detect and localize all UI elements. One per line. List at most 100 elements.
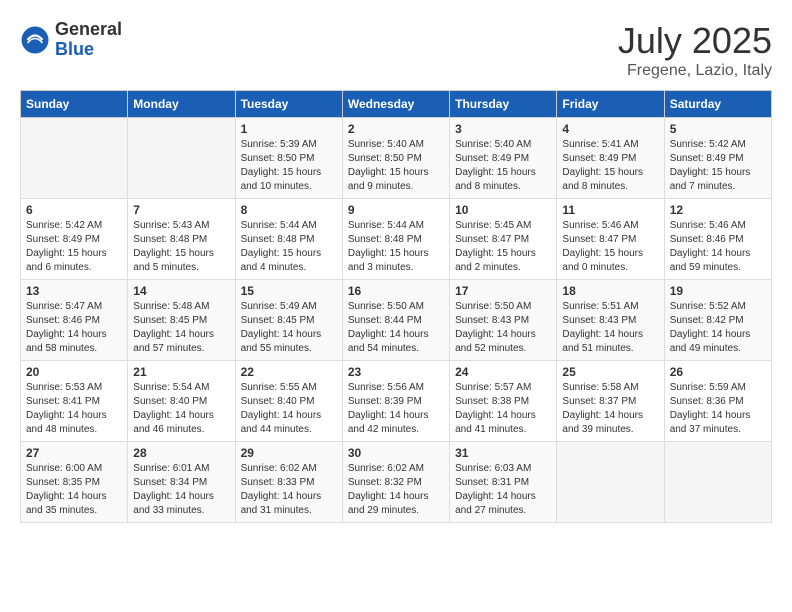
day-info: Sunrise: 5:53 AM Sunset: 8:41 PM Dayligh… [26, 381, 122, 437]
day-info: Sunrise: 6:01 AM Sunset: 8:34 PM Dayligh… [133, 462, 229, 518]
location: Fregene, Lazio, Italy [618, 62, 772, 80]
day-number: 22 [241, 365, 337, 379]
day-number: 6 [26, 203, 122, 217]
day-info: Sunrise: 5:40 AM Sunset: 8:49 PM Dayligh… [455, 138, 551, 194]
calendar-cell: 8 Sunrise: 5:44 AM Sunset: 8:48 PM Daylig… [235, 199, 342, 280]
day-info: Sunrise: 5:41 AM Sunset: 8:49 PM Dayligh… [562, 138, 658, 194]
logo-blue: Blue [55, 40, 122, 60]
day-info: Sunrise: 5:51 AM Sunset: 8:43 PM Dayligh… [562, 300, 658, 356]
day-number: 4 [562, 122, 658, 136]
calendar-cell: 13 Sunrise: 5:47 AM Sunset: 8:46 PM Dayli… [21, 280, 128, 361]
day-number: 13 [26, 284, 122, 298]
day-info: Sunrise: 5:47 AM Sunset: 8:46 PM Dayligh… [26, 300, 122, 356]
day-info: Sunrise: 5:45 AM Sunset: 8:47 PM Dayligh… [455, 219, 551, 275]
calendar-cell [21, 118, 128, 199]
logo-general: General [55, 20, 122, 40]
calendar-header-saturday: Saturday [664, 91, 771, 118]
calendar-week-row: 6 Sunrise: 5:42 AM Sunset: 8:49 PM Daylig… [21, 199, 772, 280]
day-info: Sunrise: 5:49 AM Sunset: 8:45 PM Dayligh… [241, 300, 337, 356]
day-info: Sunrise: 5:42 AM Sunset: 8:49 PM Dayligh… [26, 219, 122, 275]
calendar-header-row: SundayMondayTuesdayWednesdayThursdayFrid… [21, 91, 772, 118]
day-info: Sunrise: 5:43 AM Sunset: 8:48 PM Dayligh… [133, 219, 229, 275]
day-info: Sunrise: 5:40 AM Sunset: 8:50 PM Dayligh… [348, 138, 444, 194]
day-number: 2 [348, 122, 444, 136]
day-number: 17 [455, 284, 551, 298]
logo-icon [20, 25, 50, 55]
day-info: Sunrise: 6:03 AM Sunset: 8:31 PM Dayligh… [455, 462, 551, 518]
day-number: 29 [241, 446, 337, 460]
calendar-header-sunday: Sunday [21, 91, 128, 118]
day-info: Sunrise: 6:02 AM Sunset: 8:32 PM Dayligh… [348, 462, 444, 518]
calendar-cell: 24 Sunrise: 5:57 AM Sunset: 8:38 PM Dayli… [450, 361, 557, 442]
day-number: 23 [348, 365, 444, 379]
calendar-cell: 27 Sunrise: 6:00 AM Sunset: 8:35 PM Dayli… [21, 442, 128, 523]
calendar-cell: 23 Sunrise: 5:56 AM Sunset: 8:39 PM Dayli… [342, 361, 449, 442]
calendar-cell: 2 Sunrise: 5:40 AM Sunset: 8:50 PM Daylig… [342, 118, 449, 199]
day-info: Sunrise: 5:56 AM Sunset: 8:39 PM Dayligh… [348, 381, 444, 437]
calendar-cell: 10Sunrise: 5:45 AM Sunset: 8:47 PM Dayli… [450, 199, 557, 280]
calendar-cell: 21 Sunrise: 5:54 AM Sunset: 8:40 PM Dayli… [128, 361, 235, 442]
day-info: Sunrise: 5:55 AM Sunset: 8:40 PM Dayligh… [241, 381, 337, 437]
day-info: Sunrise: 5:52 AM Sunset: 8:42 PM Dayligh… [670, 300, 766, 356]
calendar-week-row: 13 Sunrise: 5:47 AM Sunset: 8:46 PM Dayli… [21, 280, 772, 361]
calendar-cell: 4 Sunrise: 5:41 AM Sunset: 8:49 PM Daylig… [557, 118, 664, 199]
calendar-cell: 17 Sunrise: 5:50 AM Sunset: 8:43 PM Dayli… [450, 280, 557, 361]
day-number: 19 [670, 284, 766, 298]
title-section: July 2025 Fregene, Lazio, Italy [618, 20, 772, 80]
calendar-cell: 25 Sunrise: 5:58 AM Sunset: 8:37 PM Dayli… [557, 361, 664, 442]
day-info: Sunrise: 5:50 AM Sunset: 8:43 PM Dayligh… [455, 300, 551, 356]
day-number: 9 [348, 203, 444, 217]
day-info: Sunrise: 5:39 AM Sunset: 8:50 PM Dayligh… [241, 138, 337, 194]
day-number: 8 [241, 203, 337, 217]
calendar-cell [664, 442, 771, 523]
calendar-cell: 18 Sunrise: 5:51 AM Sunset: 8:43 PM Dayli… [557, 280, 664, 361]
logo-text: General Blue [55, 20, 122, 60]
calendar-cell: 11 Sunrise: 5:46 AM Sunset: 8:47 PM Dayli… [557, 199, 664, 280]
calendar-cell: 1 Sunrise: 5:39 AM Sunset: 8:50 PM Daylig… [235, 118, 342, 199]
day-number: 16 [348, 284, 444, 298]
day-info: Sunrise: 6:00 AM Sunset: 8:35 PM Dayligh… [26, 462, 122, 518]
calendar-cell: 7Sunrise: 5:43 AM Sunset: 8:48 PM Daylig… [128, 199, 235, 280]
calendar-cell: 19 Sunrise: 5:52 AM Sunset: 8:42 PM Dayli… [664, 280, 771, 361]
day-info: Sunrise: 5:46 AM Sunset: 8:47 PM Dayligh… [562, 219, 658, 275]
month-title: July 2025 [618, 20, 772, 62]
day-info: Sunrise: 5:50 AM Sunset: 8:44 PM Dayligh… [348, 300, 444, 356]
day-info: Sunrise: 5:46 AM Sunset: 8:46 PM Dayligh… [670, 219, 766, 275]
calendar-cell: 29 Sunrise: 6:02 AM Sunset: 8:33 PM Dayli… [235, 442, 342, 523]
day-number: 24 [455, 365, 551, 379]
day-info: Sunrise: 6:02 AM Sunset: 8:33 PM Dayligh… [241, 462, 337, 518]
day-info: Sunrise: 5:42 AM Sunset: 8:49 PM Dayligh… [670, 138, 766, 194]
day-number: 11 [562, 203, 658, 217]
calendar-table: SundayMondayTuesdayWednesdayThursdayFrid… [20, 90, 772, 523]
calendar-cell: 14 Sunrise: 5:48 AM Sunset: 8:45 PM Dayli… [128, 280, 235, 361]
day-number: 14 [133, 284, 229, 298]
day-number: 25 [562, 365, 658, 379]
calendar-cell: 31Sunrise: 6:03 AM Sunset: 8:31 PM Dayli… [450, 442, 557, 523]
calendar-header-tuesday: Tuesday [235, 91, 342, 118]
day-number: 30 [348, 446, 444, 460]
day-number: 5 [670, 122, 766, 136]
logo: General Blue [20, 20, 122, 60]
calendar-cell: 26Sunrise: 5:59 AM Sunset: 8:36 PM Dayli… [664, 361, 771, 442]
calendar-cell: 12 Sunrise: 5:46 AM Sunset: 8:46 PM Dayli… [664, 199, 771, 280]
calendar-cell: 5 Sunrise: 5:42 AM Sunset: 8:49 PM Daylig… [664, 118, 771, 199]
day-number: 18 [562, 284, 658, 298]
calendar-cell: 6 Sunrise: 5:42 AM Sunset: 8:49 PM Daylig… [21, 199, 128, 280]
day-number: 1 [241, 122, 337, 136]
day-number: 15 [241, 284, 337, 298]
day-number: 3 [455, 122, 551, 136]
day-info: Sunrise: 5:54 AM Sunset: 8:40 PM Dayligh… [133, 381, 229, 437]
calendar-cell: 9Sunrise: 5:44 AM Sunset: 8:48 PM Daylig… [342, 199, 449, 280]
calendar-week-row: 27 Sunrise: 6:00 AM Sunset: 8:35 PM Dayli… [21, 442, 772, 523]
day-info: Sunrise: 5:44 AM Sunset: 8:48 PM Dayligh… [241, 219, 337, 275]
day-info: Sunrise: 5:57 AM Sunset: 8:38 PM Dayligh… [455, 381, 551, 437]
day-number: 12 [670, 203, 766, 217]
day-info: Sunrise: 5:48 AM Sunset: 8:45 PM Dayligh… [133, 300, 229, 356]
day-number: 21 [133, 365, 229, 379]
day-info: Sunrise: 5:59 AM Sunset: 8:36 PM Dayligh… [670, 381, 766, 437]
calendar-cell: 30 Sunrise: 6:02 AM Sunset: 8:32 PM Dayli… [342, 442, 449, 523]
calendar-header-monday: Monday [128, 91, 235, 118]
day-number: 27 [26, 446, 122, 460]
calendar-cell [557, 442, 664, 523]
day-info: Sunrise: 5:58 AM Sunset: 8:37 PM Dayligh… [562, 381, 658, 437]
